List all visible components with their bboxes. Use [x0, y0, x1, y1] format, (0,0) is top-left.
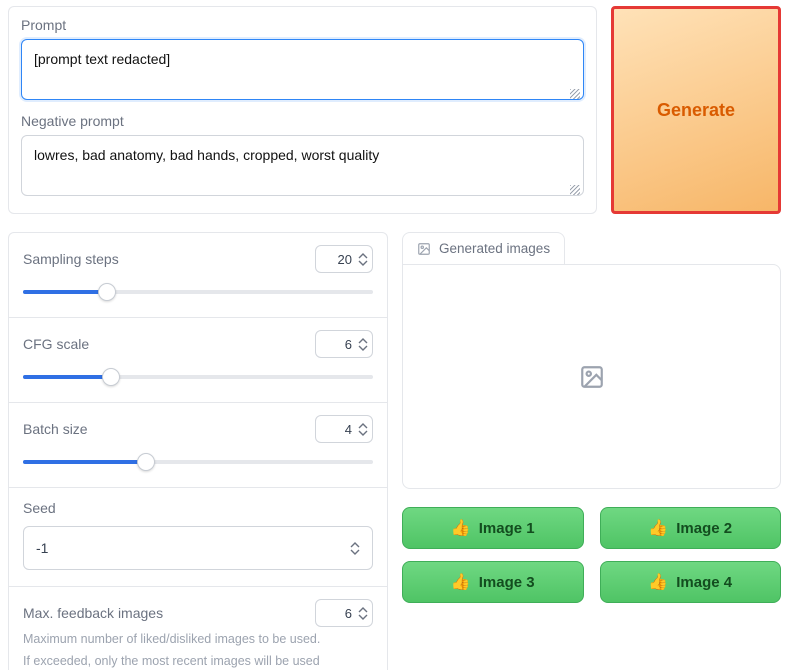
- thumbs-up-icon: 👍: [648, 572, 668, 592]
- image-3-button[interactable]: 👍Image 3: [402, 561, 584, 603]
- image-placeholder-icon: [579, 364, 605, 390]
- prompt-input[interactable]: [21, 39, 584, 100]
- thumbs-up-icon: 👍: [451, 572, 471, 592]
- generated-images-preview: [402, 264, 781, 489]
- max-feedback-number[interactable]: 6: [315, 599, 373, 627]
- max-feedback-hint: Maximum number of liked/disliked images …: [23, 631, 373, 649]
- image-1-button[interactable]: 👍Image 1: [402, 507, 584, 549]
- cfg-scale-label: CFG scale: [23, 336, 89, 352]
- sampling-steps-number[interactable]: 20: [315, 245, 373, 273]
- batch-size-number[interactable]: 4: [315, 415, 373, 443]
- sampling-steps-label: Sampling steps: [23, 251, 119, 267]
- seed-label: Seed: [23, 500, 373, 516]
- image-icon: [417, 242, 431, 256]
- cfg-scale-slider[interactable]: [23, 368, 373, 386]
- negative-prompt-label: Negative prompt: [21, 113, 584, 129]
- stepper-icon[interactable]: [358, 253, 368, 266]
- seed-input[interactable]: -1: [23, 526, 373, 570]
- thumbs-up-icon: 👍: [648, 518, 668, 538]
- batch-size-label: Batch size: [23, 421, 88, 437]
- image-2-button[interactable]: 👍Image 2: [600, 507, 782, 549]
- cfg-scale-number[interactable]: 6: [315, 330, 373, 358]
- max-feedback-hint: If exceeded, only the most recent images…: [23, 653, 373, 670]
- thumbs-up-icon: 👍: [451, 518, 471, 538]
- max-feedback-label: Max. feedback images: [23, 605, 163, 621]
- prompt-label: Prompt: [21, 17, 584, 33]
- generated-images-tab[interactable]: Generated images: [402, 232, 565, 264]
- generate-button-label: Generate: [657, 100, 735, 121]
- stepper-icon[interactable]: [350, 542, 360, 555]
- stepper-icon[interactable]: [358, 423, 368, 436]
- negative-prompt-input[interactable]: [21, 135, 584, 196]
- settings-column: Sampling steps 20 CFG scale 6: [8, 232, 388, 670]
- prompts-panel: Prompt Negative prompt: [8, 6, 597, 214]
- image-4-button[interactable]: 👍Image 4: [600, 561, 782, 603]
- stepper-icon[interactable]: [358, 338, 368, 351]
- generate-button[interactable]: Generate: [611, 6, 781, 214]
- sampling-steps-slider[interactable]: [23, 283, 373, 301]
- stepper-icon[interactable]: [358, 607, 368, 620]
- batch-size-slider[interactable]: [23, 453, 373, 471]
